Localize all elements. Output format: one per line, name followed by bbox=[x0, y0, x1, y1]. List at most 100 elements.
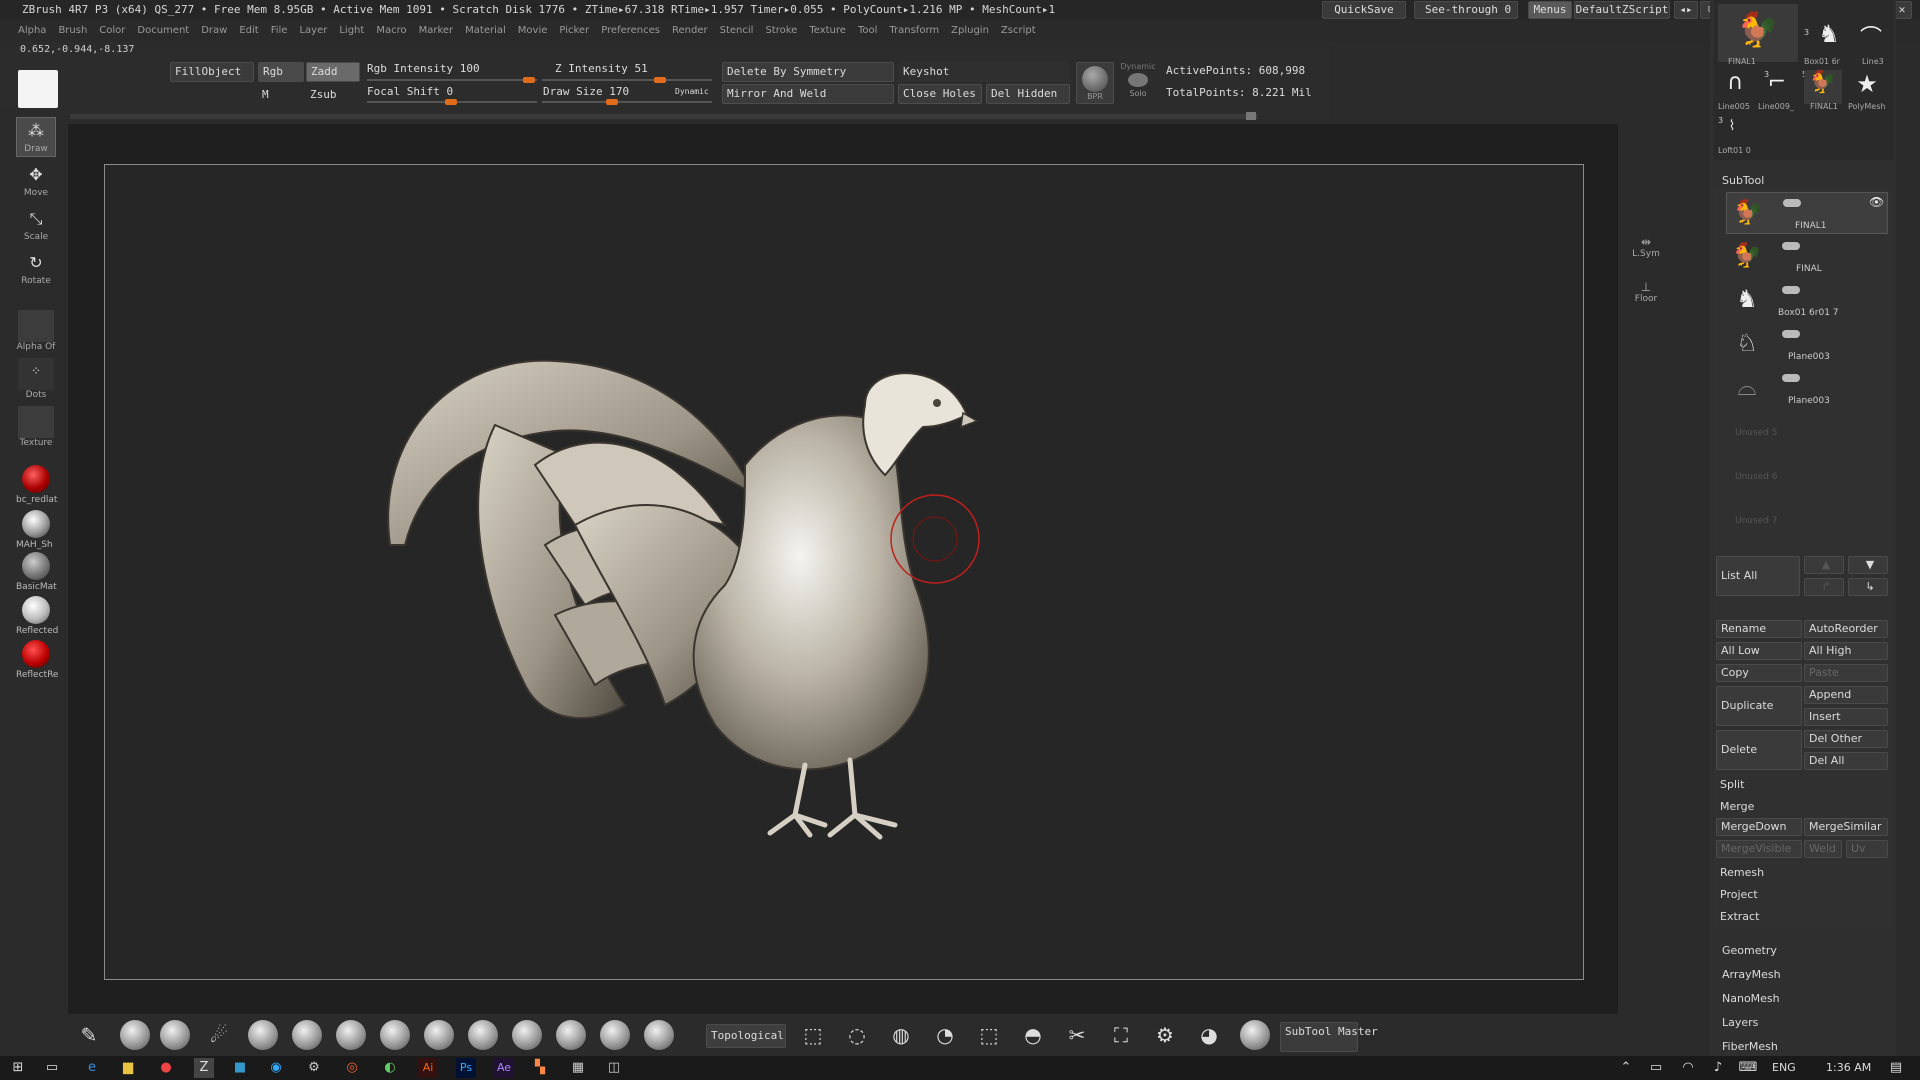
subtool-item[interactable]: 🐓 FINAL bbox=[1726, 236, 1888, 278]
menu-item-macro[interactable]: Macro bbox=[376, 20, 406, 42]
arrow-down-right-icon[interactable]: ↳ bbox=[1848, 578, 1888, 596]
default-zscript-button[interactable]: DefaultZScript bbox=[1574, 1, 1670, 19]
language-indicator[interactable]: ENG bbox=[1772, 1061, 1796, 1074]
tool-thumb-loft010[interactable]: ⌇ bbox=[1724, 118, 1740, 142]
brush-clay-icon[interactable] bbox=[120, 1020, 150, 1050]
chevron-up-icon[interactable]: ⌃ bbox=[1616, 1058, 1636, 1078]
slice-curve-icon[interactable]: ◓ bbox=[1020, 1022, 1046, 1048]
menu-item-edit[interactable]: Edit bbox=[239, 20, 258, 42]
volume-icon[interactable]: ♪ bbox=[1708, 1058, 1728, 1078]
slider-handle[interactable] bbox=[445, 99, 457, 105]
illustrator-icon[interactable]: Ai bbox=[418, 1058, 438, 1078]
slider-handle[interactable] bbox=[654, 77, 666, 83]
mask-pen-icon[interactable]: ✂ bbox=[1064, 1022, 1090, 1048]
append-button[interactable]: Append bbox=[1804, 686, 1888, 704]
visibility-toggle[interactable] bbox=[1782, 286, 1800, 294]
subtool-item[interactable]: ♘ Plane003 bbox=[1726, 324, 1888, 366]
subtool-item[interactable]: 🐓 👁 FINAL1 bbox=[1726, 192, 1888, 234]
menu-item-texture[interactable]: Texture bbox=[809, 20, 846, 42]
alpha-button[interactable]: Alpha Of bbox=[16, 310, 56, 354]
tool-thumb-final1-b[interactable]: 🐓 bbox=[1804, 70, 1842, 104]
menu-item-document[interactable]: Document bbox=[137, 20, 189, 42]
delete-by-symmetry-button[interactable]: Delete By Symmetry bbox=[722, 62, 894, 82]
menu-item-stencil[interactable]: Stencil bbox=[720, 20, 754, 42]
uv-button[interactable]: Uv bbox=[1846, 840, 1888, 858]
windows-start-icon[interactable]: ⊞ bbox=[8, 1058, 28, 1078]
menu-item-brush[interactable]: Brush bbox=[58, 20, 87, 42]
app-icon[interactable]: ⚙ bbox=[304, 1058, 324, 1078]
scale-button[interactable]: ⤡ Scale bbox=[16, 206, 56, 246]
select-lasso-icon[interactable]: ◌ bbox=[844, 1022, 870, 1048]
menu-item-zscript[interactable]: Zscript bbox=[1001, 20, 1036, 42]
file-explorer-icon[interactable]: ▆ bbox=[118, 1058, 138, 1078]
geometry-palette[interactable]: Geometry bbox=[1722, 944, 1777, 957]
brush-standard-icon[interactable]: ✎ bbox=[76, 1022, 102, 1048]
mergedown-button[interactable]: MergeDown bbox=[1716, 818, 1802, 836]
visibility-toggle[interactable] bbox=[1782, 242, 1800, 250]
trim-rect-icon[interactable]: ⬚ bbox=[976, 1022, 1002, 1048]
fill-object-button[interactable]: FillObject bbox=[170, 62, 254, 82]
brush-snakehook-icon[interactable] bbox=[556, 1020, 586, 1050]
material-bc-redlat[interactable] bbox=[22, 465, 50, 493]
visibility-toggle[interactable] bbox=[1782, 374, 1800, 382]
brush-flatten-icon[interactable] bbox=[380, 1020, 410, 1050]
del-other-button[interactable]: Del Other bbox=[1804, 730, 1888, 748]
notification-icon[interactable]: ▤ bbox=[1886, 1058, 1906, 1078]
rooster-model[interactable] bbox=[105, 165, 1585, 981]
top-shelf-scrollbar[interactable] bbox=[70, 114, 1258, 119]
slider-handle[interactable] bbox=[523, 77, 535, 83]
list-all-button[interactable]: List All bbox=[1716, 556, 1800, 596]
material-white-icon[interactable] bbox=[1240, 1020, 1270, 1050]
chrome-icon[interactable]: ● bbox=[156, 1058, 176, 1078]
move-up-icon[interactable]: ▲ bbox=[1804, 556, 1844, 574]
clip-rect-icon[interactable]: ◔ bbox=[932, 1022, 958, 1048]
solo-button[interactable]: Dynamic Solo bbox=[1118, 62, 1158, 104]
rename-button[interactable]: Rename bbox=[1716, 620, 1802, 638]
menu-item-render[interactable]: Render bbox=[672, 20, 708, 42]
polymesh-star-icon[interactable]: ★ bbox=[1850, 70, 1884, 104]
scrollbar-handle[interactable] bbox=[1246, 112, 1256, 120]
task-view-icon[interactable]: ▭ bbox=[42, 1058, 62, 1078]
app-icon[interactable]: ◉ bbox=[266, 1058, 286, 1078]
menu-item-tool[interactable]: Tool bbox=[858, 20, 877, 42]
all-high-button[interactable]: All High bbox=[1804, 642, 1888, 660]
app-icon[interactable]: ▚ bbox=[530, 1058, 550, 1078]
close-holes-button[interactable]: Close Holes bbox=[898, 84, 982, 104]
subtool-header[interactable]: SubTool bbox=[1722, 174, 1764, 187]
weld-button[interactable]: Weld bbox=[1804, 840, 1842, 858]
photoshop-icon[interactable]: Ps bbox=[456, 1058, 476, 1078]
subtool-item[interactable]: ⌓ Plane003 bbox=[1726, 368, 1888, 410]
focal-shift-slider[interactable] bbox=[367, 99, 537, 105]
menu-item-preferences[interactable]: Preferences bbox=[601, 20, 660, 42]
brush-move-icon[interactable]: ☄ bbox=[206, 1022, 232, 1048]
tool-thumb-line009[interactable]: ⌐ bbox=[1760, 70, 1794, 104]
transpose-icon[interactable]: ⛶ bbox=[1108, 1022, 1134, 1048]
brush-claybuildup-icon[interactable] bbox=[160, 1020, 190, 1050]
keyshot-button[interactable]: Keyshot bbox=[898, 62, 1070, 82]
clip-curve-icon[interactable]: ◍ bbox=[888, 1022, 914, 1048]
draw-button[interactable]: ⁂ Draw bbox=[16, 117, 56, 157]
autoreorder-button[interactable]: AutoReorder bbox=[1804, 620, 1888, 638]
material-sphere-icon[interactable]: ⚙ bbox=[1152, 1022, 1178, 1048]
move-down-icon[interactable]: ▼ bbox=[1848, 556, 1888, 574]
remesh-subpalette[interactable]: Remesh bbox=[1720, 866, 1764, 879]
slider-handle[interactable] bbox=[606, 99, 618, 105]
move-button[interactable]: ✥ Move bbox=[16, 162, 56, 202]
texture-icon[interactable]: ◕ bbox=[1196, 1022, 1222, 1048]
rotate-button[interactable]: ↻ Rotate bbox=[16, 250, 56, 290]
layers-palette[interactable]: Layers bbox=[1722, 1016, 1758, 1029]
material-mah-sh[interactable] bbox=[22, 510, 50, 538]
brush-inflate-icon[interactable] bbox=[292, 1020, 322, 1050]
select-rect-icon[interactable]: ⬚ bbox=[800, 1022, 826, 1048]
all-low-button[interactable]: All Low bbox=[1716, 642, 1802, 660]
texture-button[interactable]: Texture bbox=[16, 406, 56, 450]
menu-item-marker[interactable]: Marker bbox=[419, 20, 454, 42]
menu-item-picker[interactable]: Picker bbox=[559, 20, 589, 42]
duplicate-button[interactable]: Duplicate bbox=[1716, 686, 1802, 726]
brush-dam-icon[interactable] bbox=[248, 1020, 278, 1050]
visibility-toggle[interactable] bbox=[1783, 199, 1801, 207]
z-intensity-slider[interactable] bbox=[542, 77, 712, 83]
menu-item-stroke[interactable]: Stroke bbox=[765, 20, 797, 42]
material-reflected[interactable] bbox=[22, 596, 50, 624]
after-effects-icon[interactable]: Ae bbox=[494, 1058, 514, 1078]
